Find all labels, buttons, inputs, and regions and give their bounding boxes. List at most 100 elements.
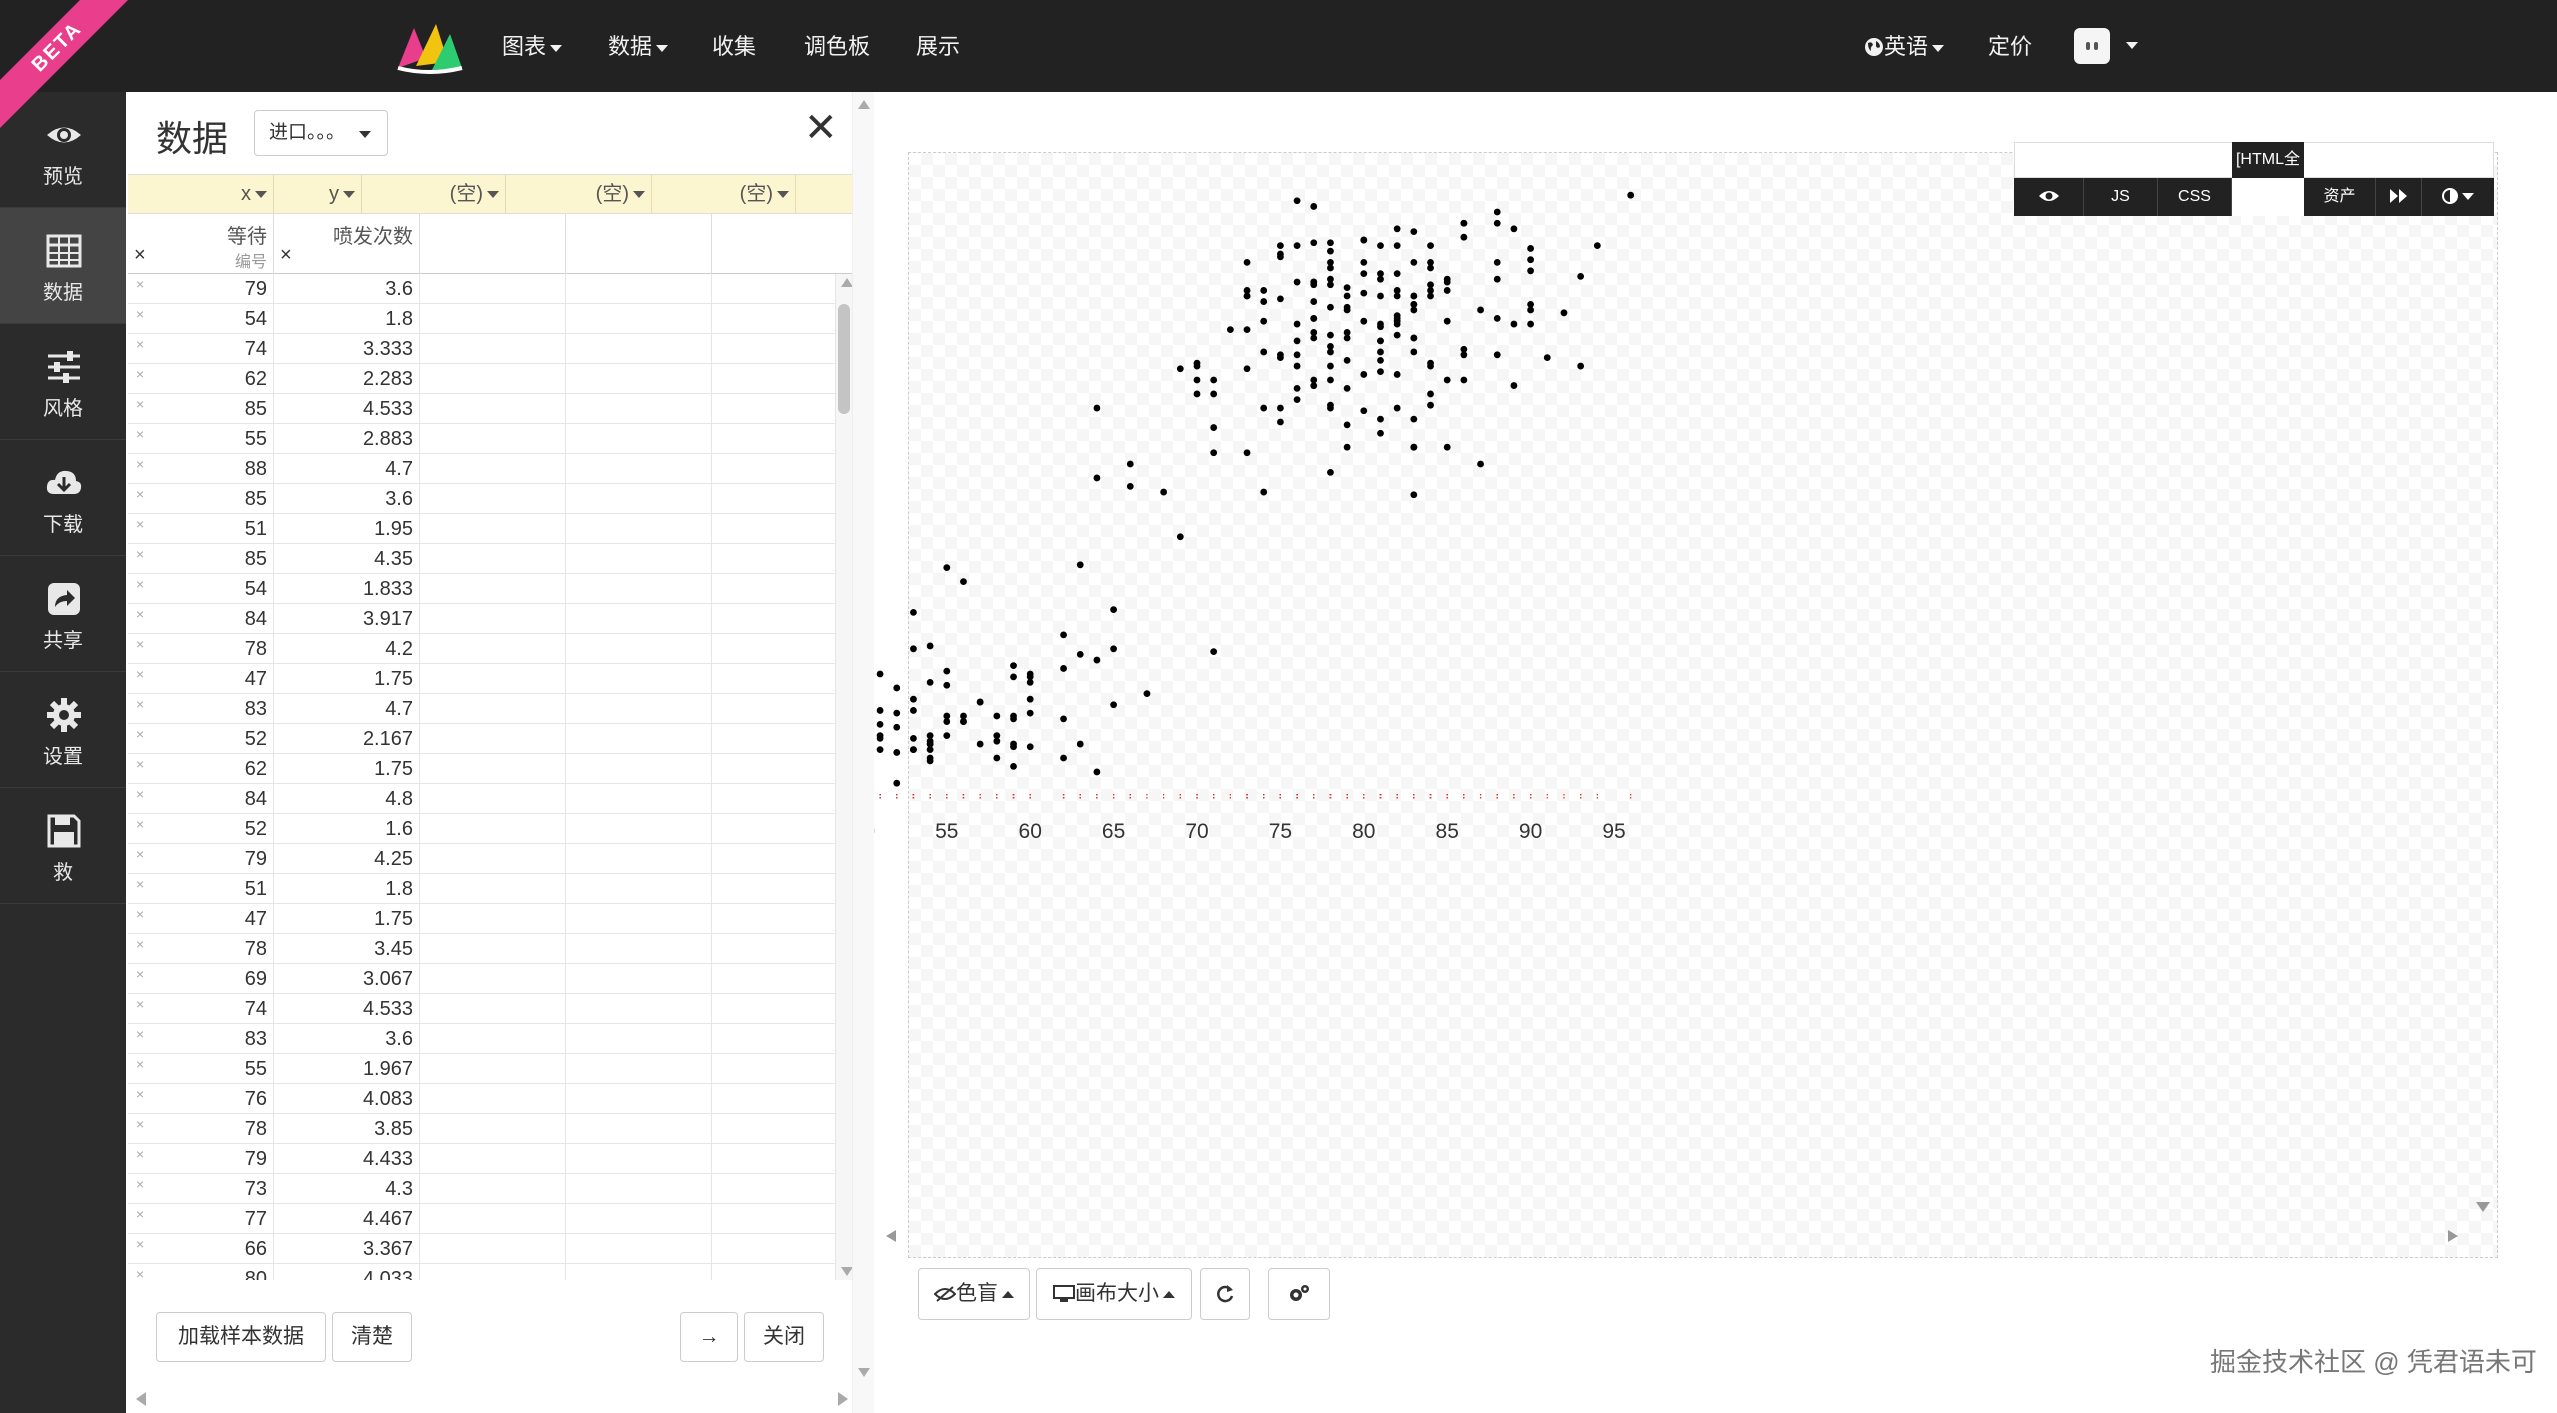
- table-row[interactable]: × 54 1.8: [128, 304, 836, 334]
- table-cell[interactable]: [712, 1024, 836, 1053]
- table-cell[interactable]: [420, 604, 566, 633]
- table-cell[interactable]: 4.033: [274, 1264, 420, 1280]
- table-row[interactable]: × 62 2.283: [128, 364, 836, 394]
- table-row[interactable]: × 79 3.6: [128, 274, 836, 304]
- table-cell[interactable]: 1.6: [274, 814, 420, 843]
- table-cell[interactable]: [712, 1114, 836, 1143]
- table-cell[interactable]: 1.75: [274, 664, 420, 693]
- table-cell[interactable]: [712, 874, 836, 903]
- table-row[interactable]: × 85 4.533: [128, 394, 836, 424]
- table-cell[interactable]: [566, 1114, 712, 1143]
- table-cell[interactable]: [566, 394, 712, 423]
- table-row[interactable]: × 47 1.75: [128, 904, 836, 934]
- table-cell[interactable]: 3.45: [274, 934, 420, 963]
- table-cell[interactable]: [420, 394, 566, 423]
- table-cell[interactable]: [712, 964, 836, 993]
- table-cell[interactable]: 4.7: [274, 454, 420, 483]
- table-cell[interactable]: 4.467: [274, 1204, 420, 1233]
- column-name-cell[interactable]: [566, 214, 712, 274]
- table-cell[interactable]: [566, 844, 712, 873]
- table-cell[interactable]: [420, 1144, 566, 1173]
- table-cell[interactable]: [566, 604, 712, 633]
- sidebar-item-data[interactable]: 数据: [0, 208, 126, 324]
- table-row[interactable]: × 52 2.167: [128, 724, 836, 754]
- table-cell[interactable]: 55: [128, 424, 274, 453]
- table-cell[interactable]: [712, 304, 836, 333]
- table-cell[interactable]: [712, 694, 836, 723]
- table-cell[interactable]: 51: [128, 874, 274, 903]
- table-cell[interactable]: [566, 364, 712, 393]
- table-cell[interactable]: [712, 904, 836, 933]
- table-cell[interactable]: 83: [128, 1024, 274, 1053]
- table-cell[interactable]: [420, 364, 566, 393]
- table-cell[interactable]: 2.283: [274, 364, 420, 393]
- table-cell[interactable]: [420, 544, 566, 573]
- canvas-size-dropdown[interactable]: 画布大小: [1036, 1268, 1192, 1320]
- table-cell[interactable]: 79: [128, 844, 274, 873]
- table-cell[interactable]: [420, 694, 566, 723]
- table-cell[interactable]: [566, 544, 712, 573]
- table-row[interactable]: × 74 3.333: [128, 334, 836, 364]
- table-cell[interactable]: 80: [128, 1264, 274, 1280]
- table-cell[interactable]: [712, 754, 836, 783]
- table-cell[interactable]: 85: [128, 544, 274, 573]
- table-cell[interactable]: [420, 514, 566, 543]
- remove-column-icon[interactable]: ×: [280, 244, 292, 267]
- table-row[interactable]: × 79 4.25: [128, 844, 836, 874]
- table-cell[interactable]: [712, 1054, 836, 1083]
- table-row[interactable]: × 80 4.033: [128, 1264, 836, 1280]
- table-cell[interactable]: 79: [128, 274, 274, 303]
- table-cell[interactable]: [420, 724, 566, 753]
- table-cell[interactable]: [566, 814, 712, 843]
- table-cell[interactable]: [420, 754, 566, 783]
- table-cell[interactable]: [420, 964, 566, 993]
- table-cell[interactable]: 62: [128, 754, 274, 783]
- nav-menu-showcase[interactable]: 展示: [916, 0, 960, 92]
- table-cell[interactable]: 62: [128, 364, 274, 393]
- table-cell[interactable]: [420, 1174, 566, 1203]
- table-cell[interactable]: 4.7: [274, 694, 420, 723]
- scroll-down-icon[interactable]: [841, 1267, 852, 1276]
- table-cell[interactable]: [566, 1054, 712, 1083]
- table-cell[interactable]: [566, 1144, 712, 1173]
- table-cell[interactable]: [420, 484, 566, 513]
- table-cell[interactable]: [566, 964, 712, 993]
- table-cell[interactable]: [712, 1264, 836, 1280]
- nav-menu-palettes[interactable]: 调色板: [804, 0, 870, 92]
- table-cell[interactable]: [566, 1084, 712, 1113]
- column-name-cell[interactable]: [420, 214, 566, 274]
- table-cell[interactable]: [420, 874, 566, 903]
- column-header-x[interactable]: x: [128, 175, 274, 213]
- table-cell[interactable]: [566, 574, 712, 603]
- table-cell[interactable]: [712, 664, 836, 693]
- table-row[interactable]: × 51 1.95: [128, 514, 836, 544]
- nav-menu-charts[interactable]: 图表: [502, 0, 563, 92]
- close-panel-icon[interactable]: ✕: [804, 108, 838, 148]
- remove-column-icon[interactable]: ×: [134, 244, 146, 267]
- table-cell[interactable]: [712, 334, 836, 363]
- table-cell[interactable]: [420, 1024, 566, 1053]
- table-cell[interactable]: [420, 454, 566, 483]
- table-cell[interactable]: [420, 1084, 566, 1113]
- table-cell[interactable]: 66: [128, 1234, 274, 1263]
- table-cell[interactable]: [420, 994, 566, 1023]
- scroll-down-icon[interactable]: [2476, 1202, 2490, 1212]
- table-cell[interactable]: 47: [128, 664, 274, 693]
- html-tab[interactable]: [HTML全: [2232, 142, 2304, 178]
- table-row[interactable]: × 83 3.6: [128, 1024, 836, 1054]
- table-cell[interactable]: 73: [128, 1174, 274, 1203]
- scroll-left-icon[interactable]: [886, 1230, 896, 1242]
- table-cell[interactable]: 4.433: [274, 1144, 420, 1173]
- table-cell[interactable]: [712, 544, 836, 573]
- table-row[interactable]: × 84 3.917: [128, 604, 836, 634]
- table-cell[interactable]: [712, 1234, 836, 1263]
- table-cell[interactable]: [420, 1234, 566, 1263]
- refresh-button[interactable]: [1200, 1268, 1250, 1320]
- table-cell[interactable]: [420, 904, 566, 933]
- scroll-right-icon[interactable]: [2448, 1230, 2458, 1242]
- table-row[interactable]: × 85 3.6: [128, 484, 836, 514]
- table-cell[interactable]: 1.967: [274, 1054, 420, 1083]
- sidebar-item-share[interactable]: 共享: [0, 556, 126, 672]
- table-row[interactable]: × 47 1.75: [128, 664, 836, 694]
- column-header-empty[interactable]: (空): [652, 175, 796, 213]
